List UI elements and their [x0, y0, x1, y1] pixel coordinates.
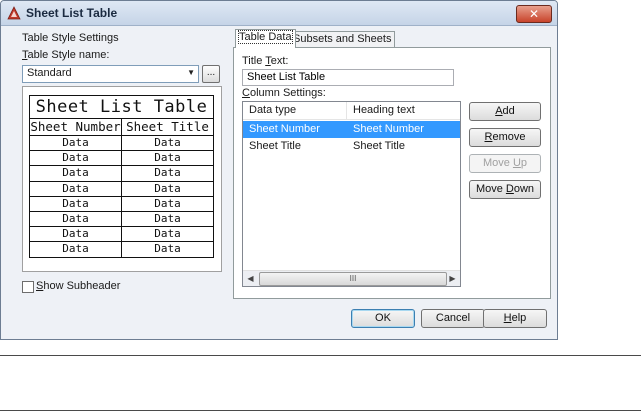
divider-line-top [0, 355, 641, 356]
table-style-value: Standard [27, 67, 72, 79]
preview-data-row: Data Data [29, 226, 214, 243]
tab-table-data[interactable]: Table Data [235, 29, 296, 48]
scroll-right-icon[interactable]: ▶ [445, 271, 460, 286]
preview-data-row: Data Data [29, 150, 214, 167]
divider-line-bottom [0, 410, 641, 411]
preview-header-sheet-number: Sheet Number [29, 118, 122, 136]
cancel-button[interactable]: Cancel [421, 309, 485, 328]
column-settings-label: Column Settings: [242, 87, 326, 99]
dialog-body: Table Style Settings Table Style name: S… [7, 29, 551, 333]
close-button[interactable]: ✕ [516, 5, 552, 23]
ok-button[interactable]: OK [351, 309, 415, 328]
move-down-button[interactable]: Move Down [469, 180, 541, 199]
table-style-settings-label: Table Style Settings [22, 32, 119, 44]
preview-data-cell: Data [121, 134, 214, 152]
preview-data-cell: Data [29, 134, 122, 152]
preview-data-cell: Data [121, 165, 214, 182]
title-text-field[interactable] [242, 69, 454, 86]
title-text-input[interactable] [243, 70, 451, 84]
column-settings-list[interactable]: Data type Heading text Sheet Number Shee… [242, 101, 461, 287]
show-subheader-checkbox[interactable] [22, 281, 34, 293]
column-header-heading-text[interactable]: Heading text [347, 102, 460, 119]
preview-data-cell: Data [29, 180, 122, 197]
preview-data-row: Data Data [29, 210, 214, 228]
preview-data-cell: Data [29, 241, 122, 258]
row-heading-text: Sheet Number [353, 123, 424, 135]
preview-data-cell: Data [121, 226, 214, 243]
table-data-panel: Title Text: Column Settings: Data type H… [233, 47, 551, 299]
title-text-label: Title Text: [242, 55, 289, 67]
row-data-type: Sheet Number [249, 123, 320, 135]
preview-data-cell: Data [121, 150, 214, 167]
autocad-app-icon [7, 6, 21, 20]
row-heading-text: Sheet Title [353, 140, 405, 152]
preview-data-cell: Data [121, 195, 214, 212]
preview-data-cell: Data [29, 210, 122, 228]
chevron-down-icon: ▼ [187, 68, 195, 77]
table-style-name-label: Table Style name: [22, 49, 110, 61]
sheet-list-table-dialog: Sheet List Table ✕ Table Style Settings … [0, 0, 558, 340]
help-button[interactable]: Help [483, 309, 547, 328]
show-subheader-label[interactable]: Show Subheader [36, 280, 120, 292]
close-icon: ✕ [528, 7, 540, 21]
preview-data-row: Data Data [29, 134, 214, 152]
preview-data-cell: Data [121, 210, 214, 228]
table-style-preview: Sheet List Table Sheet Number Sheet Titl… [22, 86, 222, 272]
preview-data-cell: Data [29, 195, 122, 212]
preview-data-cell: Data [29, 226, 122, 243]
scroll-thumb[interactable]: III [259, 272, 447, 286]
scroll-left-icon[interactable]: ◀ [243, 271, 258, 286]
table-style-browse-button[interactable]: ... [202, 65, 220, 83]
preview-title: Sheet List Table [29, 95, 214, 119]
preview-data-cell: Data [29, 150, 122, 167]
preview-data-cell: Data [29, 165, 122, 182]
preview-data-row: Data Data [29, 241, 214, 258]
preview-data-row: Data Data [29, 180, 214, 197]
tab-subsets-and-sheets[interactable]: Subsets and Sheets [289, 31, 396, 47]
row-data-type: Sheet Title [249, 140, 301, 152]
horizontal-scrollbar[interactable]: ◀ III ▶ [243, 270, 460, 286]
window-title: Sheet List Table [26, 6, 118, 20]
remove-button[interactable]: Remove [469, 128, 541, 147]
column-header-data-type[interactable]: Data type [243, 102, 347, 119]
preview-data-row: Data Data [29, 195, 214, 212]
preview-data-cell: Data [121, 180, 214, 197]
preview-data-row: Data Data [29, 165, 214, 182]
add-button[interactable]: Add [469, 102, 541, 121]
column-row-sheet-title[interactable]: Sheet Title Sheet Title [243, 138, 460, 155]
column-settings-header: Data type Heading text [243, 102, 460, 120]
preview-header-sheet-title: Sheet Title [121, 118, 214, 136]
table-style-select[interactable]: Standard ▼ [22, 65, 199, 83]
column-row-sheet-number[interactable]: Sheet Number Sheet Number [243, 121, 460, 138]
title-bar[interactable]: Sheet List Table ✕ [1, 1, 557, 26]
preview-data-cell: Data [121, 241, 214, 258]
move-up-button[interactable]: Move Up [469, 154, 541, 173]
preview-table: Sheet List Table Sheet Number Sheet Titl… [29, 95, 214, 258]
